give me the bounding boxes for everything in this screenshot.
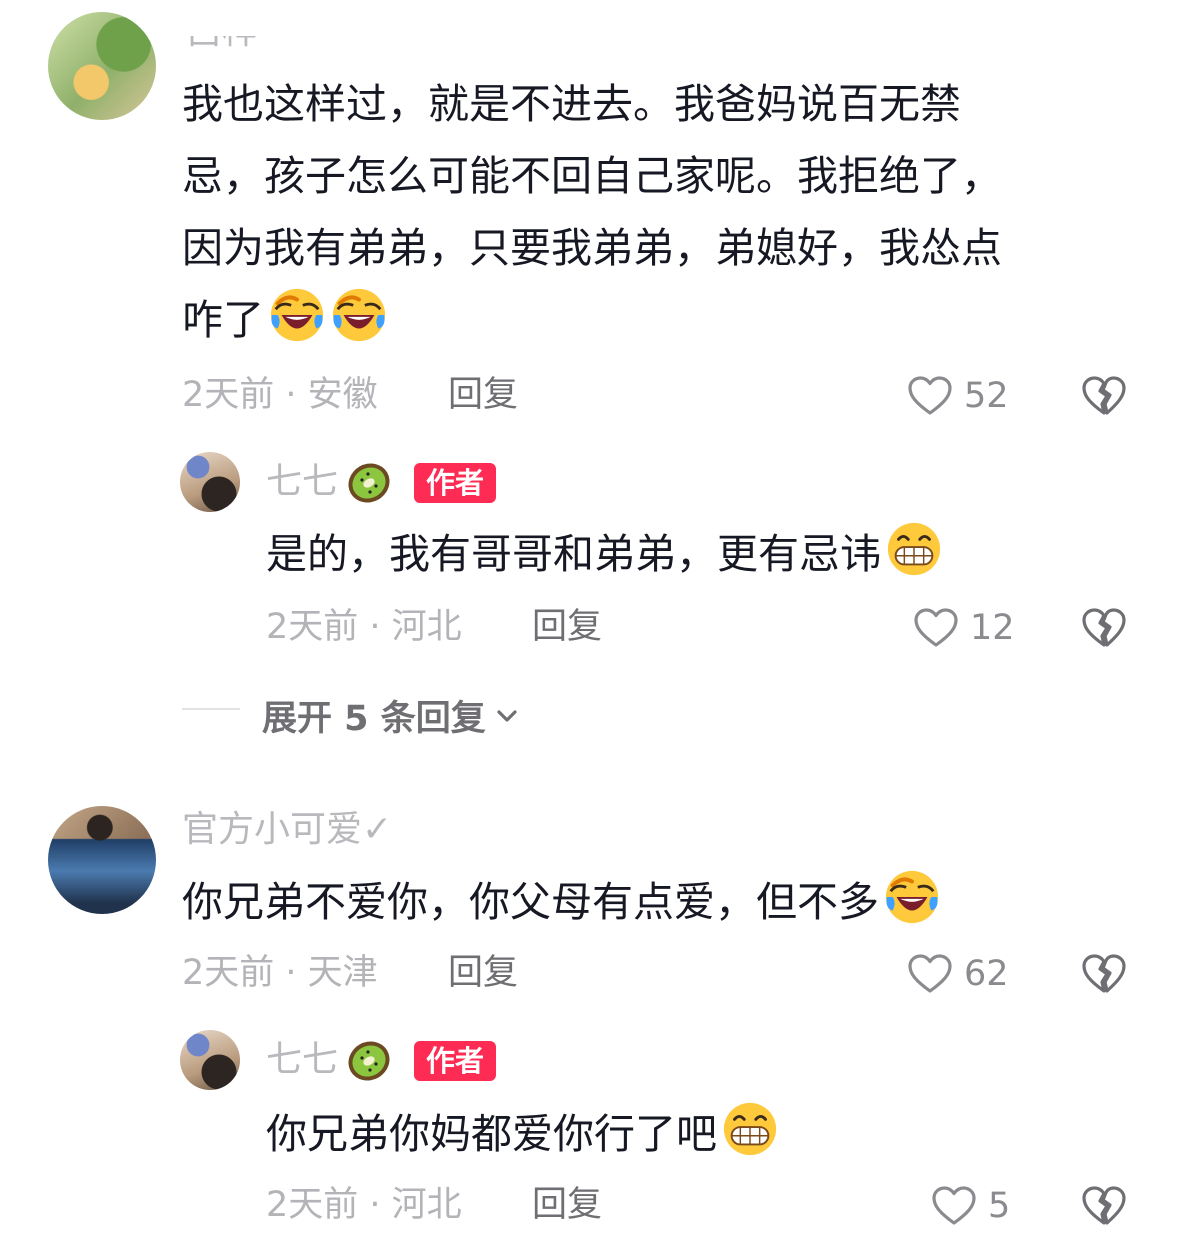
grinning-emoji <box>885 520 943 578</box>
reply-username[interactable]: 七七 <box>266 464 338 500</box>
comment-text-line-4: 咋了 <box>182 296 264 344</box>
reply-button[interactable]: 回复 <box>448 956 518 991</box>
reply-button[interactable]: 回复 <box>532 610 602 645</box>
expand-label: 展开 5 条回复 <box>262 699 486 739</box>
laughing-tears-emoji <box>883 868 941 926</box>
grinning-emoji <box>721 1100 779 1158</box>
comment-username[interactable]: 官方小可爱✓ <box>182 812 392 848</box>
broken-heart-icon[interactable] <box>1080 1182 1128 1230</box>
like-button[interactable]: 62 <box>906 950 1009 998</box>
comment-text-line: 我也这样过，就是不进去。我爸妈说百无禁 <box>182 80 961 128</box>
heart-outline-icon <box>930 1182 978 1230</box>
comment-text-line: 忌，孩子怎么可能不回自己家呢。我拒绝了， <box>182 152 1002 200</box>
reply-meta: 2天前 · 河北 <box>266 607 462 647</box>
reply-button[interactable]: 回复 <box>532 1188 602 1223</box>
comment-username[interactable]: 吕梓 <box>186 36 258 50</box>
chevron-down-icon <box>497 709 517 722</box>
reply-text-content: 你兄弟你妈都爱你行了吧 <box>266 1110 717 1158</box>
reply-text: 你兄弟你妈都爱你行了吧 <box>266 1098 779 1170</box>
laughing-tears-emoji <box>330 286 388 344</box>
like-count: 62 <box>964 953 1009 994</box>
avatar[interactable] <box>48 806 156 914</box>
kiwi-emoji <box>346 1038 392 1084</box>
expand-replies-button[interactable]: 展开 5 条回复 <box>262 690 522 741</box>
heart-outline-icon <box>906 372 954 420</box>
comment-text-line: 咋了 <box>182 284 388 356</box>
reply-meta: 2天前 · 河北 <box>266 1185 462 1225</box>
reply-text: 是的，我有哥哥和弟弟，更有忌讳 <box>266 518 943 590</box>
comment-meta: 2天前 · 安徽 <box>182 375 378 415</box>
broken-heart-icon[interactable] <box>1080 372 1128 420</box>
author-avatar[interactable] <box>180 1030 240 1090</box>
author-avatar[interactable] <box>180 452 240 512</box>
reply-button[interactable]: 回复 <box>448 378 518 413</box>
comment-text-line: 因为我有弟弟，只要我弟弟，弟媳好，我怂点 <box>182 224 1002 272</box>
like-button[interactable]: 52 <box>906 372 1009 420</box>
kiwi-emoji <box>346 460 392 506</box>
reply-text-content: 是的，我有哥哥和弟弟，更有忌讳 <box>266 530 881 578</box>
like-count: 52 <box>964 375 1009 416</box>
author-badge: 作者 <box>414 463 497 503</box>
broken-heart-icon[interactable] <box>1080 604 1128 652</box>
comment-text-content: 你兄弟不爱你，你父母有点爱，但不多 <box>182 878 879 926</box>
heart-outline-icon <box>906 950 954 998</box>
heart-outline-icon <box>912 604 960 652</box>
avatar[interactable] <box>48 12 156 120</box>
broken-heart-icon[interactable] <box>1080 950 1128 998</box>
comment-meta: 2天前 · 天津 <box>182 953 378 993</box>
expand-divider <box>182 708 240 710</box>
reply-username[interactable]: 七七 <box>266 1042 338 1078</box>
comment-text: 你兄弟不爱你，你父母有点爱，但不多 <box>182 866 941 938</box>
like-button[interactable]: 5 <box>930 1182 1010 1230</box>
laughing-tears-emoji <box>268 286 326 344</box>
author-badge: 作者 <box>414 1041 497 1081</box>
like-count: 12 <box>970 607 1015 648</box>
like-count: 5 <box>988 1185 1011 1226</box>
like-button[interactable]: 12 <box>912 604 1015 652</box>
